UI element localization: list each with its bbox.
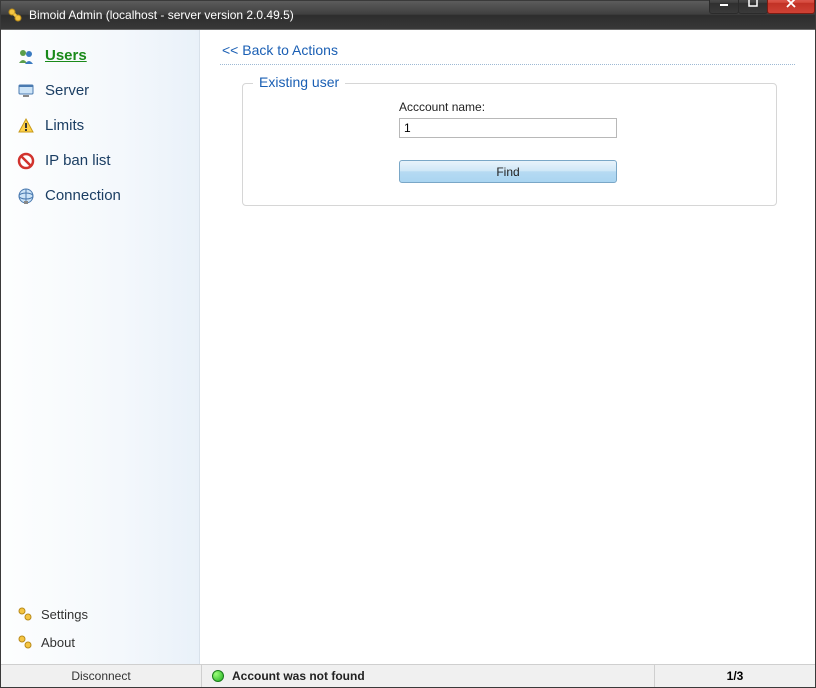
window-title: Bimoid Admin (localhost - server version… bbox=[29, 8, 710, 22]
app-icon bbox=[7, 7, 23, 23]
disconnect-label: Disconnect bbox=[71, 669, 130, 683]
groupbox-title: Existing user bbox=[253, 74, 345, 90]
about-icon bbox=[17, 634, 33, 650]
settings-icon bbox=[17, 606, 33, 622]
sidebar-item-ipban[interactable]: IP ban list bbox=[1, 143, 199, 178]
status-dot-icon bbox=[212, 670, 224, 682]
sidebar-item-label: Limits bbox=[45, 117, 84, 134]
ban-icon bbox=[17, 152, 35, 170]
sidebar-item-label: IP ban list bbox=[45, 152, 111, 169]
window-controls bbox=[710, 0, 815, 13]
sidebar-item-connection[interactable]: Connection bbox=[1, 178, 199, 213]
sidebar-item-limits[interactable]: Limits bbox=[1, 108, 199, 143]
account-name-label: Acccount name: bbox=[399, 100, 760, 114]
nav-main: Users Server bbox=[1, 38, 199, 600]
sidebar: Users Server bbox=[1, 30, 200, 664]
app-window: Bimoid Admin (localhost - server version… bbox=[0, 0, 816, 688]
status-message-cell: Account was not found bbox=[202, 665, 655, 687]
sidebar-item-label: Settings bbox=[41, 607, 88, 622]
connection-icon bbox=[17, 187, 35, 205]
sidebar-item-settings[interactable]: Settings bbox=[1, 600, 199, 628]
account-name-input[interactable] bbox=[399, 118, 617, 138]
main-panel: << Back to Actions Existing user Acccoun… bbox=[200, 30, 815, 664]
nav-bottom: Settings About bbox=[1, 600, 199, 664]
maximize-button[interactable] bbox=[738, 0, 768, 14]
server-icon bbox=[17, 82, 35, 100]
users-icon bbox=[17, 47, 35, 65]
status-message: Account was not found bbox=[232, 669, 365, 683]
find-button[interactable]: Find bbox=[399, 160, 617, 183]
minimize-button[interactable] bbox=[709, 0, 739, 14]
account-row: Acccount name: Find bbox=[399, 100, 760, 183]
back-to-actions-link[interactable]: << Back to Actions bbox=[222, 42, 338, 58]
client-area: Users Server bbox=[1, 29, 815, 664]
divider bbox=[220, 64, 795, 65]
sidebar-item-server[interactable]: Server bbox=[1, 73, 199, 108]
sidebar-item-about[interactable]: About bbox=[1, 628, 199, 656]
existing-user-group: Existing user Acccount name: Find bbox=[242, 83, 777, 206]
page-indicator: 1/3 bbox=[655, 665, 815, 687]
close-button[interactable] bbox=[767, 0, 815, 14]
sidebar-item-label: Users bbox=[45, 47, 87, 64]
limits-icon bbox=[17, 117, 35, 135]
page-text: 1/3 bbox=[727, 669, 744, 683]
sidebar-item-label: Connection bbox=[45, 187, 121, 204]
statusbar: Disconnect Account was not found 1/3 bbox=[1, 664, 815, 687]
disconnect-button[interactable]: Disconnect bbox=[1, 665, 202, 687]
sidebar-item-users[interactable]: Users bbox=[1, 38, 199, 73]
sidebar-item-label: Server bbox=[45, 82, 89, 99]
titlebar[interactable]: Bimoid Admin (localhost - server version… bbox=[1, 1, 815, 29]
sidebar-item-label: About bbox=[41, 635, 75, 650]
